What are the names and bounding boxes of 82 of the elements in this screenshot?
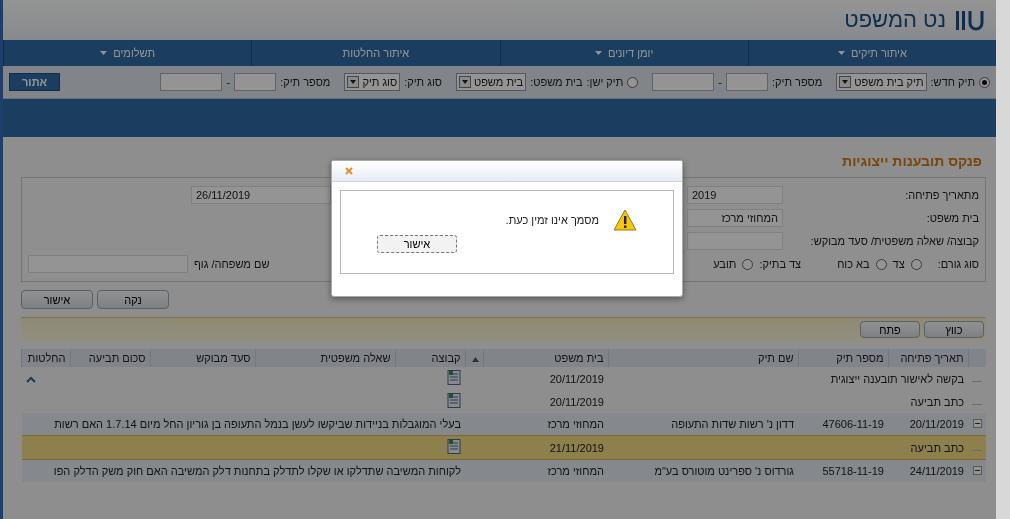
case-number-field[interactable] <box>234 73 277 91</box>
tree-line-icon <box>972 403 982 406</box>
court-field[interactable]: המחוזי מרכז <box>687 209 783 227</box>
new-case-label: תיק חדש: <box>930 76 975 88</box>
document-date: 20/11/2019 <box>549 395 604 408</box>
table-cell: המחוזי מרכז <box>483 459 608 482</box>
radio-button[interactable] <box>875 258 887 270</box>
radio-button[interactable] <box>742 258 754 270</box>
court-label: בית משפט: <box>530 76 583 88</box>
from-date-field[interactable]: 2019 <box>687 186 783 204</box>
document-date: 21/11/2019 <box>549 441 604 454</box>
ok-button[interactable]: אישור <box>377 235 457 253</box>
case-type-label: סוג תיק: <box>404 76 442 88</box>
sort-ascending-icon[interactable] <box>471 357 479 362</box>
topic-field[interactable] <box>687 232 783 250</box>
entity-type-label: סוג גורם: <box>937 258 979 270</box>
document-name: בקשה לאישור תובענה ייצוגית <box>830 372 964 385</box>
column-header[interactable]: קבוצה <box>395 349 465 367</box>
topic-label: קבוצה/ שאלה משפטית/ סעד מבוקש: <box>809 235 979 247</box>
page-title: פנקס תובענות ייצוגיות <box>841 152 983 171</box>
case-year-field[interactable] <box>160 73 223 91</box>
case-year-field[interactable] <box>652 73 715 91</box>
tree-line-icon <box>972 380 982 383</box>
table-cell: בעלי המוגבלות בניידות שביקשו לעשן בנמל התעופה בן גוריון החל מיום 1.7.14 האם רשות <box>54 418 461 430</box>
option-label: תובע <box>713 258 737 270</box>
dropdown-icon <box>839 76 852 88</box>
document-name: כתב תביעה <box>910 441 964 454</box>
column-header[interactable]: סעד מבוקש <box>150 349 255 367</box>
column-header[interactable]: שאלה משפטית <box>255 349 395 367</box>
find-button[interactable]: אתור <box>9 73 61 91</box>
dropdown-icon <box>347 76 360 88</box>
collapse-icon[interactable] <box>973 419 982 428</box>
table-cell: גורדוס נ' ספרינט מוטורס בע"מ <box>608 459 798 482</box>
warning-icon <box>613 209 637 231</box>
table-cell: 24/11/2019 <box>888 459 968 482</box>
to-date-field[interactable]: 26/11/2019 <box>191 186 331 204</box>
tree-line-icon <box>972 449 982 452</box>
column-header[interactable]: סכום תביעה <box>70 349 150 367</box>
separator: - <box>226 76 231 88</box>
case-number-label: מספר תיק: <box>280 76 331 88</box>
case-type-select[interactable]: סוג תיק <box>344 73 401 91</box>
separator: - <box>718 76 722 88</box>
document-name: כתב תביעה <box>910 395 964 408</box>
close-icon[interactable] <box>344 166 354 176</box>
column-header[interactable]: שם תיק <box>608 349 798 367</box>
document-icon[interactable] <box>447 439 461 454</box>
table-cell: 55718-11-19 <box>798 459 888 482</box>
table-cell: 47606-11-19 <box>798 413 888 436</box>
collapse-icon[interactable] <box>973 466 982 475</box>
table-cell: לקוחות המשיבה שתדלקו או שקלו לתדלק בתחנות דלק המשיבה האם חוק משק הדלק הפו <box>53 465 461 477</box>
option-label: בא כוח <box>837 258 870 270</box>
document-icon[interactable] <box>447 393 461 408</box>
table-cell: 20/11/2019 <box>888 413 968 436</box>
family-name-label: שם משפחה/ גוף <box>194 258 270 270</box>
case-side-label: צד בתיק: <box>759 258 802 270</box>
case-number-label: מספר תיק: <box>772 76 823 88</box>
case-type-select[interactable]: תיק בית משפט <box>836 73 927 91</box>
from-date-label: מתאריך פתיחה: <box>904 189 979 201</box>
form-button[interactable]: נקה <box>97 290 169 309</box>
toolbar-button[interactable]: כווץ <box>924 321 984 338</box>
dropdown-icon <box>458 76 471 88</box>
column-header[interactable]: החלטות <box>21 349 70 367</box>
site-title: נט המשפט <box>844 7 946 33</box>
document-date: 20/11/2019 <box>549 372 604 385</box>
column-header[interactable]: בית משפט <box>483 349 608 367</box>
dialog-message: מסמך אינו זמין כעת. <box>505 214 599 226</box>
court-select[interactable]: בית משפט <box>455 73 527 91</box>
radio-button[interactable] <box>910 258 922 270</box>
table-cell: המחוזי מרכז <box>483 413 608 436</box>
case-number-field[interactable] <box>726 73 768 91</box>
court-label: בית משפט: <box>925 212 979 224</box>
option-label: צד <box>892 258 905 270</box>
radio-button[interactable] <box>627 76 639 88</box>
document-icon[interactable] <box>447 370 461 385</box>
table-cell: דדון נ' רשות שדות התעופה <box>608 413 798 436</box>
column-header[interactable]: מספר תיק <box>798 349 888 367</box>
scroll-up-icon[interactable] <box>25 375 36 383</box>
old-case-label: תיק ישן: <box>586 76 624 88</box>
toolbar-button[interactable]: פתח <box>860 321 920 338</box>
form-button[interactable]: אישור <box>21 290 93 309</box>
column-header[interactable]: תאריך פתיחה <box>888 349 968 367</box>
radio-button[interactable] <box>979 76 990 88</box>
